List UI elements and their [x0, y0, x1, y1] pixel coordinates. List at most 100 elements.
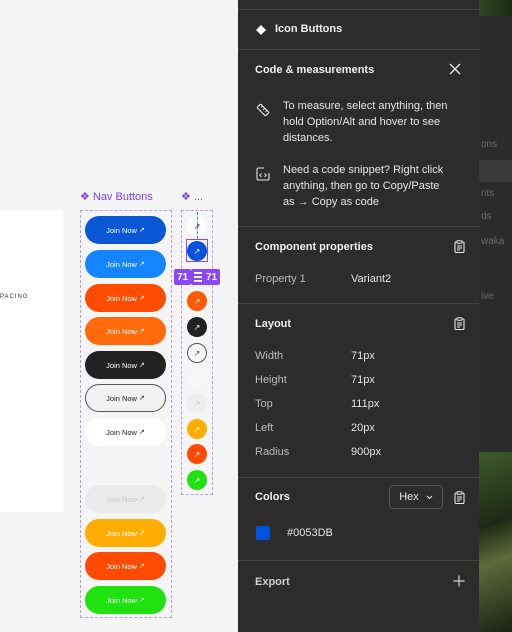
- measure-tip-line: To measure, select anything, then: [283, 100, 448, 112]
- chevron-down-icon: [426, 495, 433, 500]
- property-label: Property 1: [255, 273, 306, 285]
- arrow-up-right-icon: ↗: [138, 328, 145, 335]
- ruler-icon: [255, 102, 271, 118]
- component-name: Icon Buttons: [275, 23, 343, 35]
- component-diamond-icon: [255, 24, 267, 36]
- join-now-button[interactable]: Join Now ↗: [85, 250, 166, 278]
- join-now-label: Join Now: [106, 427, 137, 437]
- add-export-icon[interactable]: [452, 574, 466, 588]
- design-canvas[interactable]: PACING ❖ Nav Buttons ❖... Join Now ↗ Join N…: [0, 0, 238, 632]
- background-image: [479, 0, 512, 16]
- code-snippet-tip-line: anything, then go to Copy/Paste: [283, 180, 440, 192]
- arrow-up-right-icon: ↗: [138, 597, 145, 604]
- arrow-up-right-icon: ↗: [193, 398, 201, 408]
- measure-tip: To measure, select anything, then hold O…: [283, 98, 447, 146]
- arrow-up-right-icon: ↗: [138, 362, 145, 369]
- join-now-button[interactable]: Join Now ↗: [85, 552, 166, 580]
- selection-outline[interactable]: [186, 239, 208, 262]
- property-value[interactable]: Variant2: [351, 271, 391, 287]
- layout-height-value[interactable]: 71px: [351, 372, 375, 388]
- arrow-up-right-icon: ↗: [138, 295, 145, 302]
- layout-width-value[interactable]: 71px: [351, 348, 375, 364]
- arrow-up-right-icon: ↗: [138, 429, 145, 436]
- join-now-label: Join Now: [106, 259, 137, 269]
- code-snippet-tip: Need a code snippet? Right click anythin…: [283, 162, 443, 210]
- copy-icon[interactable]: [452, 316, 466, 331]
- join-now-label: Join Now: [106, 293, 137, 303]
- layout-top-value[interactable]: 111px: [351, 396, 379, 412]
- join-now-label: Join Now: [106, 561, 137, 571]
- layout-height-label: Height: [255, 374, 287, 386]
- colors-title: Colors: [255, 491, 290, 503]
- layout-left-label: Left: [255, 422, 274, 434]
- arrow-icon-button[interactable]: ↗: [187, 368, 207, 388]
- join-now-button[interactable]: Join Now ↗: [85, 216, 166, 244]
- divider: [238, 303, 479, 304]
- code-snippet-tip-line: as → Copy as code: [283, 196, 379, 208]
- arrow-icon-button[interactable]: ↗: [187, 291, 207, 311]
- copy-icon[interactable]: [452, 490, 466, 505]
- join-now-button[interactable]: Join Now ↗: [85, 586, 166, 614]
- arrow-icon-button[interactable]: ↗: [187, 444, 207, 464]
- code-section-title: Code & measurements: [255, 64, 375, 76]
- join-now-button[interactable]: Join Now ↗: [85, 452, 166, 480]
- layout-left-value[interactable]: 20px: [351, 420, 375, 436]
- divider: [238, 49, 479, 50]
- background-text: waka: [481, 236, 505, 247]
- join-now-button[interactable]: Join Now ↗: [85, 284, 166, 312]
- measure-tip-line: distances.: [283, 132, 333, 144]
- join-now-label: Join Now: [106, 461, 137, 471]
- join-now-button[interactable]: Join Now ↗: [85, 519, 166, 547]
- color-format-value: Hex: [399, 491, 419, 503]
- join-now-label: Join Now: [106, 225, 137, 235]
- background-highlight-row: [479, 160, 512, 182]
- join-now-button[interactable]: Join Now ↗: [85, 418, 166, 446]
- spacing-frame[interactable]: [0, 210, 63, 512]
- export-title: Export: [255, 576, 290, 588]
- divider: [238, 226, 479, 227]
- background-image: [479, 452, 512, 632]
- layout-title: Layout: [255, 318, 292, 330]
- arrow-up-right-icon: ↗: [193, 373, 201, 383]
- component-properties-title: Component properties: [255, 241, 373, 253]
- color-hex-value[interactable]: #0053DB: [287, 525, 333, 541]
- color-swatch[interactable]: [256, 526, 270, 540]
- join-now-label: Join Now: [106, 595, 137, 605]
- background-text: ds: [481, 211, 492, 222]
- nav-buttons-frame-title: Nav Buttons: [92, 191, 153, 203]
- arrow-up-right-icon: ↗: [193, 296, 201, 306]
- background-app-window: ons nts ds waka ive: [479, 0, 512, 632]
- arrow-up-right-icon: ↗: [138, 496, 145, 503]
- arrow-icon-button[interactable]: ↗: [187, 393, 207, 413]
- icon-buttons-frame-label[interactable]: ❖...: [181, 190, 203, 203]
- arrow-up-right-icon: ↗: [138, 530, 145, 537]
- join-now-label: Join Now: [106, 326, 137, 336]
- arrow-icon-button[interactable]: ↗: [187, 343, 207, 363]
- join-now-button[interactable]: Join Now ↗: [85, 317, 166, 345]
- color-format-dropdown[interactable]: Hex: [389, 485, 443, 509]
- component-set-icon: ❖: [181, 191, 191, 203]
- code-snippet-icon: [255, 166, 271, 182]
- join-now-label: Join Now: [106, 393, 137, 403]
- divider: [238, 560, 479, 561]
- background-text: ive: [481, 291, 494, 302]
- arrow-icon-button[interactable]: ↗: [187, 419, 207, 439]
- width-measure-tag: 71: [174, 269, 192, 285]
- background-text: nts: [481, 188, 495, 199]
- arrow-up-right-icon: ↗: [138, 463, 145, 470]
- layout-radius-value[interactable]: 900px: [351, 444, 381, 460]
- spacing-frame-label: PACING: [0, 294, 29, 300]
- arrow-icon-button[interactable]: ↗: [187, 470, 207, 490]
- component-set-icon: ❖: [80, 191, 90, 203]
- join-now-button[interactable]: Join Now ↗: [85, 485, 166, 513]
- join-now-label: Join Now: [106, 528, 137, 538]
- layout-width-label: Width: [255, 350, 284, 362]
- join-now-button[interactable]: Join Now ↗: [85, 351, 166, 379]
- arrow-icon-button[interactable]: ↗: [187, 317, 207, 337]
- height-measure-tag: 71: [203, 269, 221, 285]
- close-icon[interactable]: [448, 62, 462, 76]
- join-now-label: Join Now: [106, 494, 137, 504]
- nav-buttons-frame-label[interactable]: ❖ Nav Buttons: [80, 190, 153, 203]
- copy-icon[interactable]: [452, 239, 466, 254]
- join-now-button[interactable]: Join Now ↗: [85, 384, 166, 412]
